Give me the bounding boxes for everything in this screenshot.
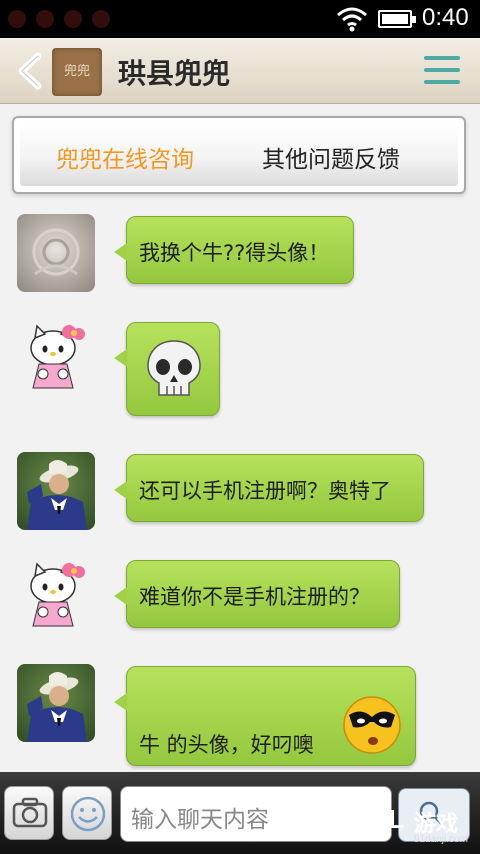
message-bubble[interactable]: 难道你不是手机注册的？ — [114, 560, 400, 628]
stone-carving-icon — [32, 228, 80, 276]
status-time: 0:40 — [422, 4, 469, 31]
watermark-site: 91danji.com — [414, 834, 468, 845]
message-input[interactable]: 输入聊天内容 — [120, 786, 392, 842]
menu-icon[interactable] — [424, 54, 464, 88]
message-bubble[interactable] — [114, 322, 220, 416]
tab-bar: 兜兜在线咨询 其他问题反馈 — [12, 116, 466, 194]
message-text: 我换个牛??得头像！ — [139, 241, 330, 265]
message-text: 还可以手机注册啊？奥特了 — [139, 479, 391, 503]
message-text: 难道你不是手机注册的？ — [139, 585, 370, 609]
message-bubble[interactable]: 还可以手机注册啊？奥特了 — [114, 454, 424, 522]
avatar[interactable] — [17, 452, 95, 530]
avatar[interactable] — [17, 664, 95, 742]
hello-kitty-icon — [30, 324, 85, 389]
message-bubble[interactable]: 我换个牛??得头像！ — [114, 216, 354, 284]
camera-icon — [12, 797, 48, 828]
hello-kitty-icon — [30, 562, 85, 627]
battery-icon — [378, 10, 416, 28]
man-in-hat-icon — [27, 672, 87, 742]
cool-face-emoji-icon — [343, 696, 401, 754]
emoji-button[interactable] — [62, 786, 112, 840]
smiley-icon — [70, 796, 106, 832]
man-in-hat-icon — [27, 460, 87, 530]
back-icon[interactable] — [14, 52, 46, 90]
skull-emoji-icon — [147, 340, 201, 396]
avatar[interactable] — [17, 214, 95, 292]
tab-online-consult[interactable]: 兜兜在线咨询 — [56, 140, 194, 174]
camera-button[interactable] — [4, 786, 54, 840]
notification-icons — [8, 10, 110, 28]
composer-bar: 输入聊天内容 9L 游戏 91danji.com — [0, 772, 480, 854]
tab-feedback[interactable]: 其他问题反馈 — [262, 140, 400, 174]
avatar[interactable] — [17, 318, 95, 396]
watermark: 9L 游戏 91danji.com — [368, 802, 480, 852]
message-bubble[interactable]: 牛 的头像，好叼噢 — [114, 666, 416, 766]
message-text: 牛 的头像，好叼噢 — [139, 733, 314, 757]
watermark-logo: 9L — [374, 804, 405, 834]
app-header: 兜兜 珙县兜兜 — [0, 38, 480, 104]
wifi-icon — [337, 7, 367, 32]
avatar[interactable] — [17, 556, 95, 634]
status-bar: 0:40 — [0, 0, 480, 38]
page-title: 珙县兜兜 — [118, 57, 231, 90]
app-logo: 兜兜 — [52, 48, 102, 96]
